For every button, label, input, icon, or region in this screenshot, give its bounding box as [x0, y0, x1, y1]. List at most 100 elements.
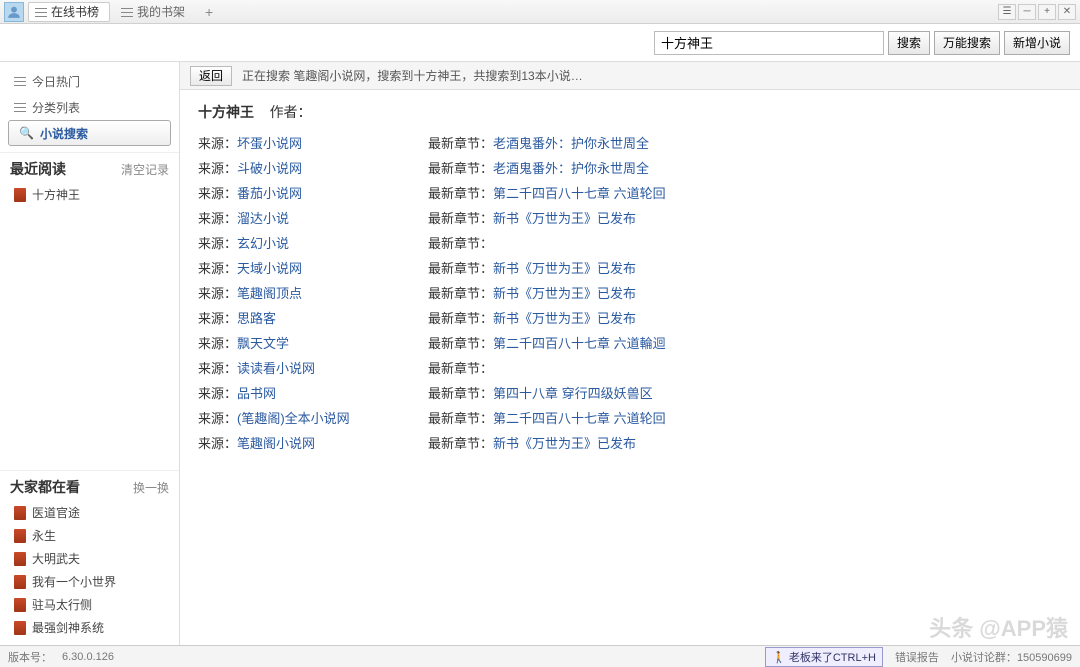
chapter-label: 最新章节： [428, 336, 493, 351]
book-icon [14, 598, 26, 612]
sidebar: 今日热门 分类列表 🔍 小说搜索 最近阅读 清空记录 十方神王 大家都在看 换一… [0, 62, 180, 645]
chapter-label: 最新章节： [428, 161, 493, 176]
popular-book-item[interactable]: 最强剑神系统 [0, 616, 179, 639]
chapter-link[interactable]: 第二千四百八十七章 六道輪迴 [493, 336, 666, 351]
source-link[interactable]: 读读看小说网 [237, 361, 315, 376]
chapter-link[interactable]: 第二千四百八十七章 六道轮回 [493, 186, 666, 201]
chapter-label: 最新章节： [428, 411, 493, 426]
window-buttons: ☰ ─ + ✕ [998, 4, 1076, 20]
close-button[interactable]: ✕ [1058, 4, 1076, 20]
results-body: 十方神王 作者： 来源：坏蛋小说网最新章节：老酒鬼番外：护你永世周全来源：斗破小… [180, 90, 1080, 645]
source-link[interactable]: 溜达小说 [237, 211, 289, 226]
user-icon [7, 5, 21, 19]
clear-history-link[interactable]: 清空记录 [121, 161, 169, 178]
back-button[interactable]: 返回 [190, 66, 232, 86]
chapter-link[interactable]: 新书《万世为王》已发布 [493, 261, 636, 276]
source-row: 来源：天域小说网最新章节：新书《万世为王》已发布 [198, 255, 1062, 280]
chapter-label: 最新章节： [428, 361, 493, 376]
section-title: 最近阅读 [10, 159, 66, 179]
source-link[interactable]: 品书网 [237, 386, 276, 401]
search-input[interactable] [654, 31, 884, 55]
source-row: 来源：笔趣阁顶点 最新章节：新书《万世为王》已发布 [198, 280, 1062, 305]
sidebar-item-today-hot[interactable]: 今日热门 [8, 68, 171, 94]
universal-search-button[interactable]: 万能搜索 [934, 31, 1000, 55]
popular-book-item[interactable]: 医道官途 [0, 501, 179, 524]
status-bar: 版本号： 6.30.0.126 🚶 老板来了CTRL+H 错误报告 小说讨论群：… [0, 645, 1080, 667]
settings-button[interactable]: ☰ [998, 4, 1016, 20]
author-label: 作者： [270, 104, 312, 120]
section-title: 大家都在看 [10, 477, 80, 497]
refresh-popular-link[interactable]: 换一换 [133, 479, 169, 496]
source-label: 来源： [198, 361, 237, 376]
sidebar-item-label: 今日热门 [32, 73, 80, 90]
sidebar-item-categories[interactable]: 分类列表 [8, 94, 171, 120]
book-icon [14, 529, 26, 543]
chapter-link[interactable]: 新书《万世为王》已发布 [493, 436, 636, 451]
source-link[interactable]: 玄幻小说 [237, 236, 289, 251]
discuss-group: 小说讨论群：150590699 [951, 649, 1072, 665]
source-link[interactable]: (笔趣阁)全本小说网 [237, 411, 350, 426]
tab-label: 在线书榜 [51, 3, 99, 20]
source-link[interactable]: 天域小说网 [237, 261, 302, 276]
chapter-label: 最新章节： [428, 436, 493, 451]
source-link[interactable]: 坏蛋小说网 [237, 136, 302, 151]
source-link[interactable]: 番茄小说网 [237, 186, 302, 201]
book-icon [14, 188, 26, 202]
chapter-link[interactable]: 第四十八章 穿行四级妖兽区 [493, 386, 653, 401]
source-row: 来源：玄幻小说 最新章节： [198, 230, 1062, 255]
error-report-link[interactable]: 错误报告 [895, 649, 939, 665]
search-bar: 搜索 万能搜索 新增小说 [0, 24, 1080, 62]
source-link[interactable]: 斗破小说网 [237, 161, 302, 176]
tab-online-ranking[interactable]: 在线书榜 [28, 2, 110, 22]
popular-book-item[interactable]: 永生 [0, 524, 179, 547]
source-label: 来源： [198, 286, 237, 301]
chapter-link[interactable]: 老酒鬼番外：护你永世周全 [493, 161, 649, 176]
source-label: 来源： [198, 261, 237, 276]
search-button[interactable]: 搜索 [888, 31, 930, 55]
sidebar-novel-search-button[interactable]: 🔍 小说搜索 [8, 120, 171, 146]
chapter-link[interactable]: 新书《万世为王》已发布 [493, 211, 636, 226]
avatar[interactable] [4, 2, 24, 22]
book-label: 驻马太行侧 [32, 596, 92, 613]
book-label: 大明武夫 [32, 550, 80, 567]
minimize-button[interactable]: ─ [1018, 4, 1036, 20]
source-label: 来源： [198, 161, 237, 176]
content-area: 返回 正在搜索 笔趣阁小说网，搜索到十方神王，共搜索到13本小说… 十方神王 作… [180, 62, 1080, 645]
chapter-link[interactable]: 老酒鬼番外：护你永世周全 [493, 136, 649, 151]
book-icon [14, 621, 26, 635]
source-label: 来源： [198, 386, 237, 401]
new-novel-button[interactable]: 新增小说 [1004, 31, 1070, 55]
chapter-label: 最新章节： [428, 236, 493, 251]
source-row: 来源：坏蛋小说网 最新章节：老酒鬼番外：护你永世周全 [198, 130, 1062, 155]
source-label: 来源： [198, 136, 237, 151]
popular-book-item[interactable]: 驻马太行侧 [0, 593, 179, 616]
source-link[interactable]: 飘天文学 [237, 336, 289, 351]
popular-book-item[interactable]: 大明武夫 [0, 547, 179, 570]
source-link[interactable]: 笔趣阁小说网 [237, 436, 315, 451]
chapter-label: 最新章节： [428, 286, 493, 301]
source-label: 来源： [198, 236, 237, 251]
boss-key-hint[interactable]: 🚶 老板来了CTRL+H [765, 647, 883, 667]
source-link[interactable]: 笔趣阁顶点 [237, 286, 302, 301]
chapter-link[interactable]: 新书《万世为王》已发布 [493, 286, 636, 301]
maximize-button[interactable]: + [1038, 4, 1056, 20]
popular-book-item[interactable]: 我有一个小世界 [0, 570, 179, 593]
chapter-label: 最新章节： [428, 186, 493, 201]
list-icon [14, 101, 26, 113]
chapter-link[interactable]: 第二千四百八十七章 六道轮回 [493, 411, 666, 426]
tab-label: 我的书架 [137, 3, 185, 20]
list-icon [14, 75, 26, 87]
source-label: 来源： [198, 311, 237, 326]
tab-add-button[interactable]: + [200, 3, 218, 21]
chapter-label: 最新章节： [428, 386, 493, 401]
source-row: 来源：思路客最新章节：新书《万世为王》已发布 [198, 305, 1062, 330]
source-link[interactable]: 思路客 [237, 311, 276, 326]
search-status-text: 正在搜索 笔趣阁小说网，搜索到十方神王，共搜索到13本小说… [242, 67, 583, 84]
chapter-link[interactable]: 新书《万世为王》已发布 [493, 311, 636, 326]
source-label: 来源： [198, 211, 237, 226]
recent-book-item[interactable]: 十方神王 [0, 183, 179, 206]
sidebar-item-label: 分类列表 [32, 99, 80, 116]
chapter-label: 最新章节： [428, 136, 493, 151]
tab-my-shelf[interactable]: 我的书架 [114, 2, 196, 22]
title-bar: 在线书榜 我的书架 + ☰ ─ + ✕ [0, 0, 1080, 24]
